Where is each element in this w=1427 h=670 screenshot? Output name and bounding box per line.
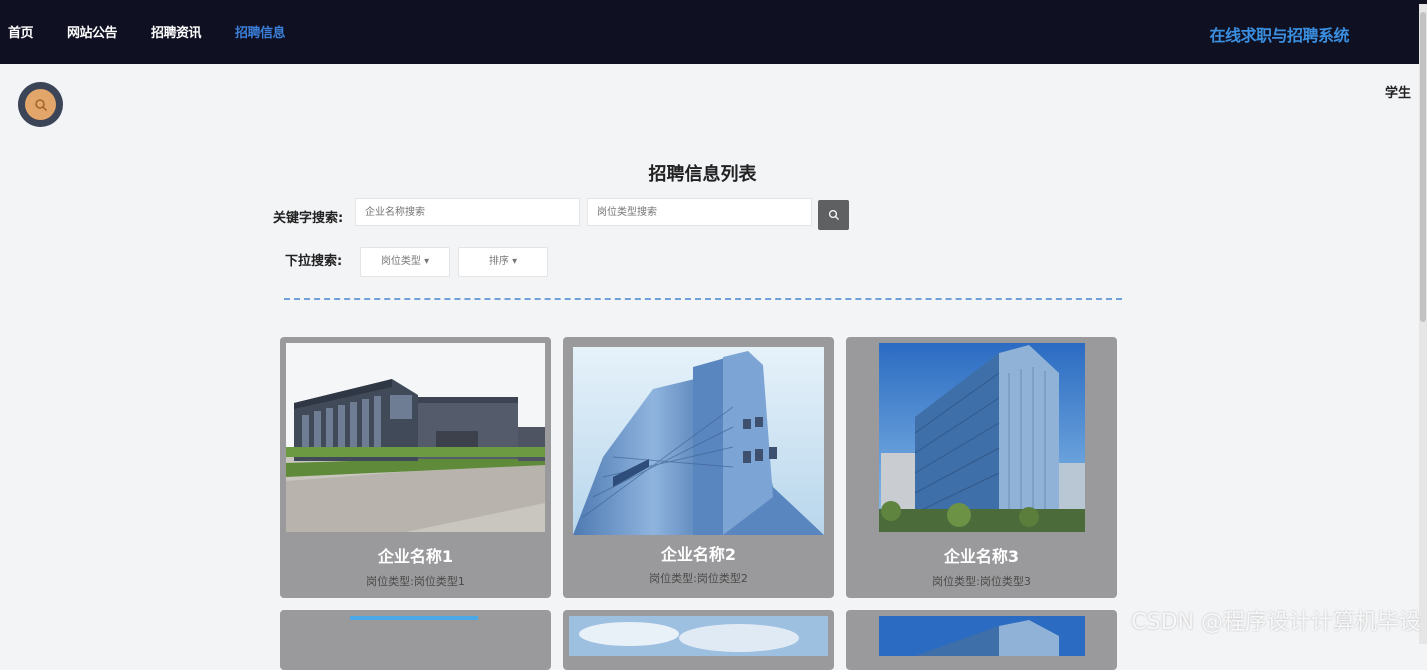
- user-role-label[interactable]: 学生: [1385, 82, 1411, 101]
- position-type: 岗位类型:岗位类型1: [366, 575, 465, 588]
- company-name: 企业名称1: [377, 547, 454, 566]
- position-type-dropdown[interactable]: 岗位类型 ▾: [360, 247, 450, 277]
- company-photo[interactable]: [879, 343, 1085, 532]
- nav-item-recruit-info[interactable]: 招聘信息: [235, 22, 286, 41]
- watermark: CSDN @程序设计计算机毕设: [1131, 610, 1421, 635]
- job-card[interactable]: [846, 610, 1117, 670]
- scrollbar-thumb[interactable]: [1420, 12, 1426, 322]
- company-photo[interactable]: [573, 347, 824, 535]
- sort-dropdown[interactable]: 排序 ▾: [458, 247, 548, 277]
- search-icon: [25, 89, 56, 120]
- company-name-search-input[interactable]: [355, 198, 580, 226]
- nav-item-recruit-news[interactable]: 招聘资讯: [151, 22, 202, 41]
- job-card[interactable]: [563, 610, 834, 670]
- position-type: 岗位类型:岗位类型2: [649, 572, 748, 585]
- company-photo[interactable]: [286, 343, 545, 532]
- nav-item-announcements[interactable]: 网站公告: [67, 22, 118, 41]
- card-loading-bar: [350, 616, 478, 620]
- dropdown-search-label: 下拉搜索:: [285, 254, 343, 269]
- nav-menu: 首页 网站公告 招聘资讯 招聘信息: [8, 22, 319, 41]
- top-nav-bar: 首页 网站公告 招聘资讯 招聘信息 在线求职与招聘系统: [0, 0, 1427, 64]
- position-type: 岗位类型:岗位类型3: [932, 575, 1031, 588]
- keyword-search-label: 关键字搜索:: [273, 211, 344, 226]
- section-divider: [284, 298, 1122, 300]
- company-name: 企业名称2: [660, 545, 737, 564]
- job-card[interactable]: 企业名称2 岗位类型:岗位类型2: [563, 337, 834, 598]
- page-title: 招聘信息列表: [648, 164, 757, 185]
- nav-item-home[interactable]: 首页: [8, 22, 34, 41]
- search-icon: [828, 206, 840, 225]
- company-name: 企业名称3: [943, 547, 1020, 566]
- site-title: 在线求职与招聘系统: [1209, 26, 1349, 45]
- company-photo[interactable]: [879, 616, 1085, 656]
- job-card[interactable]: 企业名称3 岗位类型:岗位类型3: [846, 337, 1117, 598]
- company-photo[interactable]: [569, 616, 828, 656]
- job-card[interactable]: 企业名称1 岗位类型:岗位类型1: [280, 337, 551, 598]
- search-button[interactable]: [818, 200, 849, 230]
- page-scrollbar[interactable]: [1419, 4, 1427, 644]
- position-type-search-input[interactable]: [587, 198, 812, 226]
- avatar[interactable]: [18, 82, 63, 127]
- job-card[interactable]: [280, 610, 551, 670]
